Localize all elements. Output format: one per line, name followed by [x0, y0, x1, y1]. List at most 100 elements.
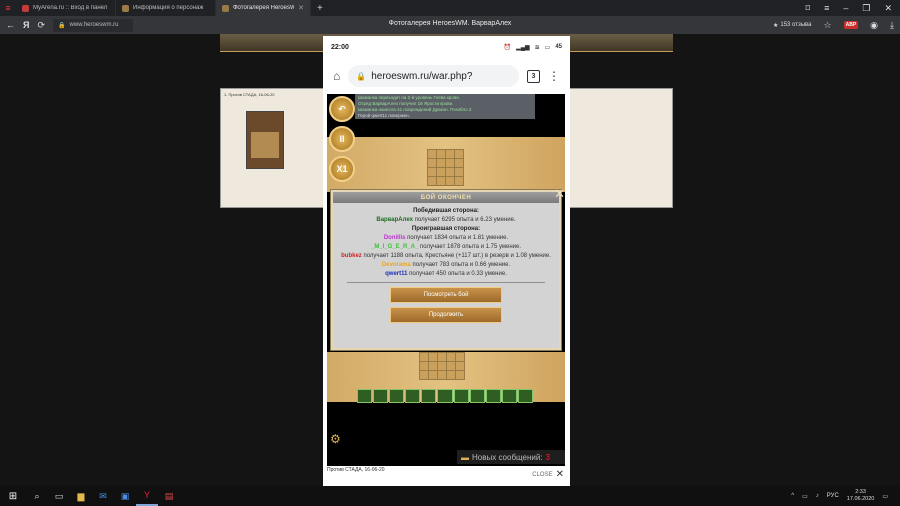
app-icon[interactable]: ▤: [158, 486, 180, 506]
signal-icon: ▂▄▆: [516, 44, 530, 51]
tab-close-icon[interactable]: ✕: [298, 4, 304, 12]
menu-icon[interactable]: ≡: [824, 3, 829, 14]
player-name: ВарварАлех: [376, 217, 413, 223]
reviews-badge[interactable]: ★ 153 отзыва: [773, 22, 812, 29]
unit-slot: [453, 389, 469, 403]
volume-icon[interactable]: ♪: [816, 493, 819, 499]
battery-icon: ▭: [544, 44, 551, 51]
battery-level: 45: [555, 43, 562, 50]
tab-myarena[interactable]: MyArena.ru :: Вход в панел: [16, 0, 116, 16]
network-icon[interactable]: ▭: [802, 493, 808, 500]
tab-label: Фотогалерея HeroesWM. В: [233, 5, 295, 11]
maximize-icon[interactable]: ❐: [862, 3, 870, 14]
tab-label: Информация о персонаж: [133, 5, 204, 11]
battle-log: Шаманка переходит на 2-й уровень Гнева к…: [355, 94, 535, 119]
back-icon[interactable]: ←: [6, 20, 15, 30]
tab-favicon-icon: [222, 4, 229, 12]
undo-button: ↶: [329, 96, 355, 122]
unit-slot: [389, 389, 405, 403]
result-line: bubkez получает 1188 опыта, Крестьяне (+…: [339, 252, 553, 261]
log-line: Герой qwert11 повержен.: [358, 113, 410, 118]
winners-header: Победившая сторона:: [413, 208, 479, 214]
alarm-icon: ⏰: [503, 44, 512, 51]
unit-slot: [357, 389, 373, 403]
mail-icon[interactable]: ✉: [92, 486, 114, 506]
unit-slot: [405, 389, 421, 403]
gallery-thumbnail[interactable]: [246, 111, 284, 169]
yandex-browser-icon[interactable]: Y: [136, 486, 158, 506]
continue-button: Продолжить: [390, 307, 502, 323]
home-icon: ⌂: [333, 69, 341, 83]
dialog-divider: [347, 282, 545, 283]
pause-button: II: [329, 126, 355, 152]
lock-icon: 🔒: [58, 22, 66, 29]
tab-label: MyArena.ru :: Вход в панел: [33, 5, 108, 11]
losers-header: Проигравшая сторона:: [411, 226, 481, 232]
page-title: Фотогалерея HeroesWM. ВарварАлех: [388, 20, 512, 27]
new-tab-icon[interactable]: +: [311, 3, 329, 14]
battlefield-grid: [419, 352, 465, 380]
result-line: qwert11 получает 450 опыта и 0.33 умение…: [339, 270, 553, 279]
store-icon[interactable]: ▣: [114, 486, 136, 506]
yandex-icon[interactable]: Я: [23, 20, 29, 30]
gear-icon: ⚙: [330, 432, 341, 446]
bookmark-star-icon[interactable]: ☆: [824, 20, 832, 31]
close-icon: ✕: [555, 469, 564, 480]
messages-label: Новых сообщений:: [472, 452, 543, 462]
result-text: получает 6295 опыта и 6.23 умение.: [414, 217, 516, 223]
unit-slot: [421, 389, 437, 403]
new-messages: ▬ Новых сообщений: 3: [457, 450, 565, 464]
lightbox-close-button[interactable]: CLOSE ✕: [532, 469, 564, 480]
result-text: получает 1878 опыта и 1.75 умение.: [420, 244, 522, 250]
notifications-icon[interactable]: ▭: [882, 493, 888, 500]
language-indicator[interactable]: РУС: [827, 493, 839, 499]
clock-date: 17.06.2020: [846, 496, 875, 502]
extensions-icon[interactable]: ◉: [870, 20, 878, 31]
close-window-icon[interactable]: ✕: [884, 3, 892, 14]
result-line: _M_I_G_E_R_A_ получает 1878 опыта и 1.75…: [339, 243, 553, 252]
phone-time: 22:00: [331, 43, 349, 51]
battlefield-grid: [427, 149, 464, 186]
messages-count: 3: [545, 452, 550, 462]
adblock-icon[interactable]: ABP: [843, 21, 859, 29]
browser-logo-icon[interactable]: ≡: [0, 0, 16, 16]
clock-time: 2:33: [855, 489, 866, 495]
phone-url: heroeswm.ru/war.php?: [371, 70, 473, 82]
wifi-icon: ≋: [534, 44, 540, 51]
chat-bubble-icon: ▬: [461, 452, 469, 462]
system-tray: ^ ▭ ♪ РУС 2:33 17.06.2020 ▭: [791, 489, 900, 503]
result-text: получает 783 опыта и 0.66 умение.: [412, 262, 511, 268]
tab-character-info[interactable]: Информация о персонаж: [116, 0, 216, 16]
unit-slot: [437, 389, 453, 403]
browser-addressbar: ← Я ⟳ 🔒 www.heroeswm.ru Фотогалерея Hero…: [0, 16, 900, 34]
bookmark-icon[interactable]: ⌑: [805, 3, 810, 14]
phone-tabs-icon: 3: [527, 69, 540, 83]
task-view-icon[interactable]: ▭: [48, 486, 70, 506]
address-field[interactable]: 🔒 www.heroeswm.ru: [53, 18, 134, 32]
clock[interactable]: 2:33 17.06.2020: [847, 489, 875, 503]
speed-button: X1: [329, 156, 355, 182]
explorer-icon[interactable]: ▆: [70, 486, 92, 506]
unit-slot: [373, 389, 389, 403]
result-text: получает 1834 опыта и 1.81 умение.: [407, 235, 509, 241]
dialog-body: Победившая сторона: ВарварАлех получает …: [333, 203, 559, 323]
lock-icon: 🔒: [356, 71, 367, 81]
result-line: Devorama получает 783 опыта и 0.66 умени…: [339, 261, 553, 270]
windows-start-icon[interactable]: ⊞: [0, 486, 26, 506]
game-view: Шаманка переходит на 2-й уровень Гнева к…: [327, 94, 565, 466]
phone-statusbar: 22:00 ⏰ ▂▄▆ ≋ ▭ 45: [323, 36, 570, 58]
close-label: CLOSE: [532, 471, 553, 478]
refresh-icon[interactable]: ⟳: [37, 20, 45, 31]
browser-tabbar: ≡ MyArena.ru :: Вход в панел Информация …: [0, 0, 900, 16]
gallery-caption: 1. Против СТАДА, 16-06-20: [224, 92, 275, 97]
result-text: получает 1188 опыта, Крестьяне (+117 шт.…: [363, 253, 551, 259]
tab-photo-gallery[interactable]: Фотогалерея HeroesWM. В ✕: [216, 0, 311, 16]
battle-over-dialog: БОЙ ОКОНЧЕН ✕ Победившая сторона: Варвар…: [331, 186, 565, 350]
minimize-icon[interactable]: –: [843, 3, 848, 14]
search-icon[interactable]: ⌕: [26, 486, 48, 506]
result-text: получает 450 опыта и 0.33 умение.: [409, 271, 507, 277]
download-icon[interactable]: ⤓: [890, 20, 894, 31]
phone-url-field: 🔒 heroeswm.ru/war.php?: [348, 65, 519, 87]
unit-slot: [469, 389, 485, 403]
tray-up-icon[interactable]: ^: [791, 493, 794, 499]
